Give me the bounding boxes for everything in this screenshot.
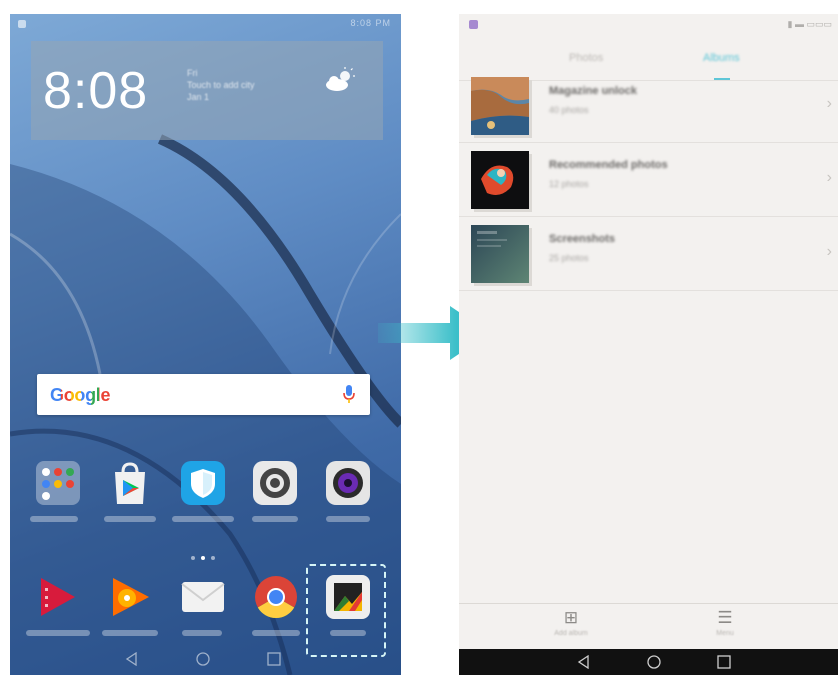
weather-date: Jan 1 — [187, 92, 210, 102]
phone-manager-icon[interactable] — [180, 460, 226, 506]
menu-button[interactable]: ☰ Menu — [695, 608, 755, 637]
mic-icon[interactable] — [342, 384, 356, 404]
app-label — [102, 630, 158, 636]
chevron-right-icon: › — [826, 95, 832, 112]
album-count: 40 photos — [549, 105, 589, 115]
weather-day: Fri — [187, 68, 198, 78]
page-dot — [211, 556, 215, 560]
album-title: Recommended photos — [549, 159, 668, 171]
play-store-icon[interactable] — [107, 460, 153, 506]
app-label — [326, 516, 370, 522]
page-dot-active — [201, 556, 205, 560]
google-logo-text: Google — [50, 385, 111, 405]
chevron-right-icon: › — [826, 243, 832, 260]
status-time: 8:08 PM — [350, 18, 391, 28]
app-label — [30, 516, 78, 522]
menu-icon: ☰ — [717, 608, 733, 627]
weather-text: Fri Touch to add city Jan 1 — [187, 67, 255, 103]
page-indicator — [191, 547, 221, 565]
nav-bar — [10, 645, 401, 675]
home-icon[interactable] — [196, 652, 210, 666]
google-logo: Google — [50, 385, 111, 406]
add-album-label: Add album — [554, 630, 588, 637]
back-icon[interactable] — [577, 655, 591, 669]
weather-city: Touch to add city — [187, 80, 255, 90]
partly-cloudy-icon — [326, 67, 355, 91]
home-icon[interactable] — [647, 655, 661, 669]
app-label — [104, 516, 156, 522]
menu-label: Menu — [716, 630, 734, 637]
home-screen: 8:08 PM 8:08 Fri Touch to add city Jan 1… — [10, 14, 401, 675]
notification-icon — [469, 20, 478, 29]
recents-icon[interactable] — [717, 655, 731, 669]
app-label — [182, 630, 222, 636]
play-music-icon[interactable] — [107, 574, 153, 620]
album-title: Screenshots — [549, 233, 616, 245]
google-search-bar[interactable]: Google — [37, 374, 370, 415]
recents-icon[interactable] — [267, 652, 281, 666]
album-row-screenshots[interactable]: Screenshots 25 photos › — [459, 217, 838, 291]
app-label — [252, 516, 298, 522]
bottom-toolbar: ⊞ Add album ☰ Menu — [459, 603, 838, 650]
status-bar: 8:08 PM — [10, 14, 401, 34]
album-row-magazine-unlock[interactable]: Magazine unlock 40 photos › — [459, 69, 838, 143]
app-label — [26, 630, 90, 636]
album-count: 12 photos — [549, 179, 589, 189]
add-album-button[interactable]: ⊞ Add album — [541, 608, 601, 637]
google-folder-icon[interactable] — [35, 460, 81, 506]
chevron-right-icon: › — [826, 169, 832, 186]
album-thumbnail — [471, 151, 529, 209]
album-title: Magazine unlock — [549, 85, 638, 97]
album-count: 25 photos — [549, 253, 589, 263]
settings-icon[interactable] — [252, 460, 298, 506]
play-movies-icon[interactable] — [35, 574, 81, 620]
gallery-highlight — [306, 564, 386, 657]
status-bar: ▮ ▬ ▭▭▭ — [459, 14, 838, 36]
app-label — [252, 630, 300, 636]
notification-icon — [18, 20, 26, 28]
nav-bar — [459, 649, 838, 675]
app-label — [172, 516, 234, 522]
page-dot — [191, 556, 195, 560]
clock-weather-widget[interactable]: 8:08 Fri Touch to add city Jan 1 — [31, 41, 383, 140]
album-thumbnail — [471, 225, 529, 283]
album-thumbnail — [471, 77, 529, 135]
status-indicators: ▮ ▬ ▭▭▭ — [787, 19, 832, 29]
email-icon[interactable] — [180, 574, 226, 620]
camera-icon[interactable] — [325, 460, 371, 506]
album-row-recommended[interactable]: Recommended photos 12 photos › — [459, 143, 838, 217]
clock-time: 8:08 — [43, 62, 149, 120]
add-album-icon: ⊞ — [563, 608, 579, 627]
back-icon[interactable] — [125, 652, 139, 666]
gallery-screen: ▮ ▬ ▭▭▭ Photos Albums Magazine unlock 40… — [459, 14, 838, 675]
chrome-icon[interactable] — [253, 574, 299, 620]
